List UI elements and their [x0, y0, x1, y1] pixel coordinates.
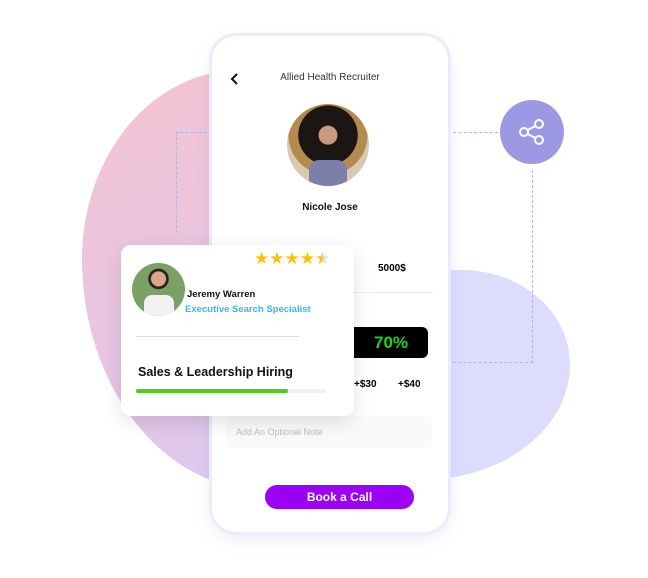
nicole-avatar — [287, 104, 369, 186]
jeremy-avatar — [132, 263, 185, 316]
divider — [136, 336, 299, 337]
specialty-title: Sales & Leadership Hiring — [138, 365, 293, 379]
percent-badge: 70% — [354, 327, 428, 358]
dashed-connector — [448, 170, 533, 363]
dashed-connector — [176, 132, 207, 233]
share-button[interactable] — [500, 100, 564, 164]
amount-value: 5000$ — [378, 263, 406, 274]
profile-name: Nicole Jose — [302, 202, 358, 213]
note-input[interactable]: Add An Optional Note — [226, 416, 432, 448]
star-rating: ★★★★★ — [254, 249, 331, 268]
tip-option-30[interactable]: +$30 — [354, 379, 377, 390]
share-icon — [519, 119, 544, 145]
book-call-button[interactable]: Book a Call — [265, 485, 414, 509]
recruiter-role: Executive Search Specialist — [185, 304, 311, 315]
tip-option-40[interactable]: +$40 — [398, 379, 421, 390]
page-title: Allied Health Recruiter — [280, 72, 380, 83]
dashed-connector — [448, 132, 498, 133]
specialty-progress — [136, 389, 326, 393]
recruiter-name: Jeremy Warren — [187, 289, 256, 300]
recruiter-card: ★★★★★ Jeremy Warren Executive Search Spe… — [121, 245, 354, 416]
